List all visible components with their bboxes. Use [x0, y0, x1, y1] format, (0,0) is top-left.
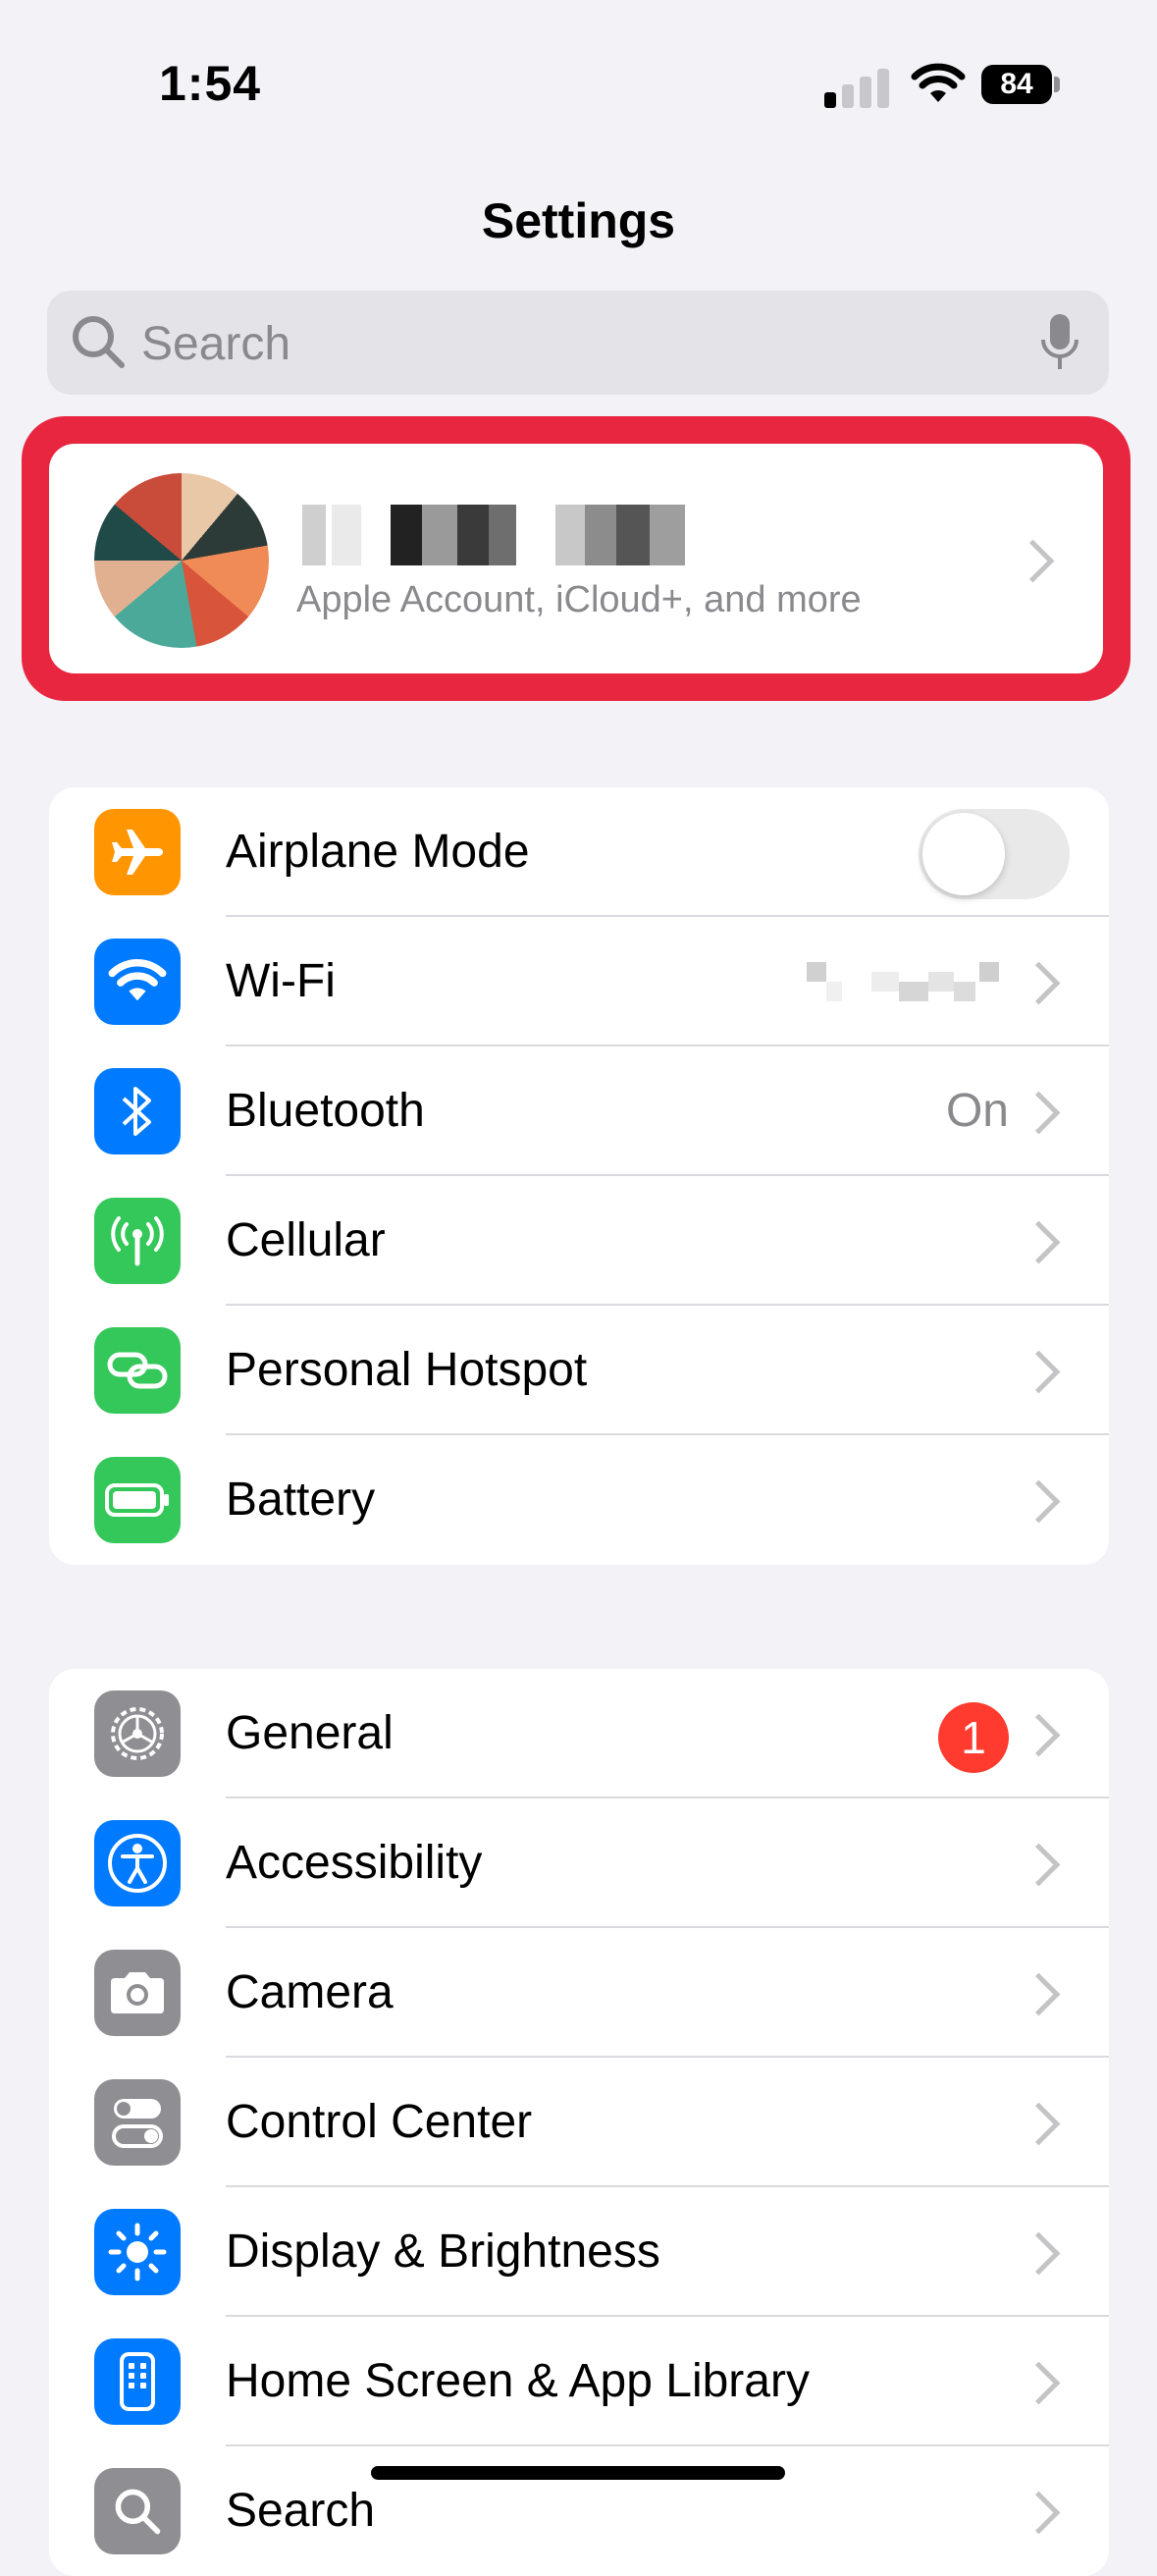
- row-label: Cellular: [226, 1214, 386, 1266]
- page-title: Settings: [481, 193, 676, 248]
- row-label: Wi-Fi: [226, 955, 336, 1007]
- avatar: [94, 473, 269, 648]
- search-bar[interactable]: [47, 291, 1109, 397]
- row-label: Control Center: [226, 2096, 533, 2148]
- row-personal-hotspot[interactable]: Personal Hotspot: [49, 1306, 1109, 1435]
- status-time: 1:54: [159, 56, 262, 111]
- microphone-icon[interactable]: [1040, 312, 1079, 373]
- airplane-icon: [94, 809, 181, 895]
- battery-icon: [94, 1457, 181, 1543]
- connectivity-group: Airplane Mode Wi-Fi Bluetooth On Cellula…: [49, 787, 1109, 1565]
- row-home-screen[interactable]: Home Screen & App Library: [49, 2317, 1109, 2446]
- row-wifi[interactable]: Wi-Fi: [49, 917, 1109, 1046]
- account-card[interactable]: Apple Account, iCloud+, and more: [49, 444, 1103, 673]
- link-icon: [94, 1327, 181, 1414]
- antenna-icon: [94, 1198, 181, 1284]
- search-icon: [73, 316, 125, 368]
- battery-status-icon: 84: [981, 65, 1052, 104]
- row-bluetooth[interactable]: Bluetooth On: [49, 1046, 1109, 1176]
- chevron-right-icon: [1017, 1713, 1061, 1757]
- general-group: General 1 Accessibility Camera Control C…: [49, 1669, 1109, 2576]
- search-input[interactable]: [139, 291, 1026, 397]
- row-label: Personal Hotspot: [226, 1344, 588, 1396]
- row-control-center[interactable]: Control Center: [49, 2058, 1109, 2187]
- chevron-right-icon: [1017, 2231, 1061, 2276]
- chevron-right-icon: [1017, 1843, 1061, 1887]
- row-label: Search: [226, 2485, 376, 2537]
- accessibility-icon: [94, 1820, 181, 1906]
- chevron-right-icon: [1017, 961, 1061, 1005]
- chevron-right-icon: [1017, 1350, 1061, 1394]
- chevron-right-icon: [1017, 1972, 1061, 2016]
- airplane-mode-toggle[interactable]: [919, 809, 1070, 899]
- sun-icon: [94, 2209, 181, 2295]
- row-display-brightness[interactable]: Display & Brightness: [49, 2187, 1109, 2317]
- search-icon: [94, 2468, 181, 2554]
- row-label: Accessibility: [226, 1837, 483, 1889]
- row-airplane-mode[interactable]: Airplane Mode: [49, 787, 1109, 917]
- account-subtitle: Apple Account, iCloud+, and more: [296, 579, 862, 620]
- camera-icon: [94, 1950, 181, 2036]
- row-battery[interactable]: Battery: [49, 1435, 1109, 1565]
- bluetooth-icon: [94, 1068, 181, 1154]
- wifi-icon: [94, 939, 181, 1025]
- chevron-right-icon: [1017, 1479, 1061, 1524]
- wifi-network-redacted: [807, 962, 1003, 1001]
- status-icons: 84: [824, 59, 1060, 114]
- notification-badge: 1: [938, 1702, 1009, 1773]
- row-cellular[interactable]: Cellular: [49, 1176, 1109, 1306]
- toggles-icon: [94, 2079, 181, 2166]
- row-label: Home Screen & App Library: [226, 2355, 810, 2407]
- row-label: Display & Brightness: [226, 2226, 660, 2278]
- row-label: Camera: [226, 1966, 394, 2018]
- chevron-right-icon: [1011, 539, 1055, 583]
- chevron-right-icon: [1017, 2361, 1061, 2405]
- chevron-right-icon: [1017, 1220, 1061, 1264]
- gear-icon: [94, 1690, 181, 1777]
- row-accessibility[interactable]: Accessibility: [49, 1798, 1109, 1928]
- row-general[interactable]: General 1: [49, 1669, 1109, 1798]
- row-camera[interactable]: Camera: [49, 1928, 1109, 2058]
- bluetooth-status: On: [945, 1085, 1009, 1137]
- chevron-right-icon: [1017, 1091, 1061, 1135]
- chevron-right-icon: [1017, 2491, 1061, 2535]
- wifi-status-icon: [911, 63, 966, 102]
- phone-grid-icon: [94, 2338, 181, 2425]
- row-label: General: [226, 1707, 394, 1759]
- row-label: Bluetooth: [226, 1085, 425, 1137]
- chevron-right-icon: [1017, 2102, 1061, 2146]
- row-label: Airplane Mode: [226, 826, 530, 878]
- home-indicator[interactable]: [371, 2466, 785, 2480]
- account-name-redacted: [302, 505, 724, 565]
- row-label: Battery: [226, 1474, 376, 1526]
- battery-cap: [1054, 77, 1060, 92]
